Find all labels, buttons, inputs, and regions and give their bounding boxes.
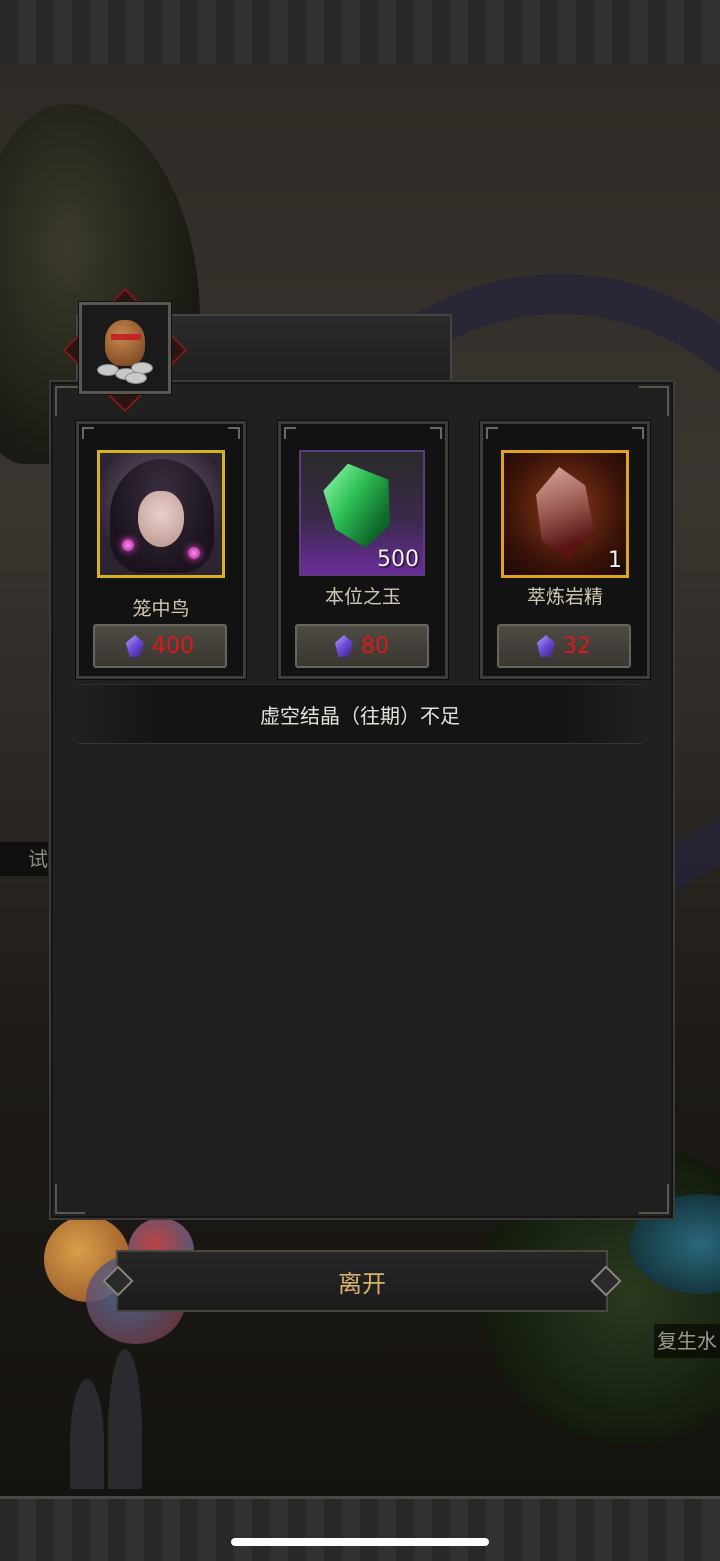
void-crystal-icon — [126, 635, 144, 657]
home-indicator[interactable] — [231, 1538, 489, 1546]
money-bag-icon — [79, 302, 171, 394]
void-crystal-icon — [537, 635, 555, 657]
red-ore-icon: 1 — [501, 450, 629, 578]
leave-button-label: 离开 — [338, 1269, 386, 1298]
shop-item-card[interactable]: 1 萃炼岩精 32 — [480, 421, 650, 679]
price-button[interactable]: 32 — [497, 624, 631, 668]
shop-item-card[interactable]: 笼中鸟 400 — [76, 421, 246, 679]
insufficient-currency-warning: 虚空结晶（往期）不足 — [78, 684, 642, 744]
price-value: 80 — [361, 633, 389, 659]
item-name: 笼中鸟 — [132, 598, 190, 620]
corner-ornament — [639, 1184, 669, 1214]
map-location-label-right[interactable]: 复生水 — [654, 1324, 720, 1358]
map-location-label-left[interactable]: 试 — [0, 842, 48, 876]
dialog-emblem — [62, 287, 188, 413]
price-value: 400 — [152, 633, 194, 659]
corner-ornament — [55, 1184, 85, 1214]
green-gem-icon: 500 — [299, 450, 425, 576]
item-quantity: 500 — [377, 547, 419, 572]
corner-ornament — [639, 386, 669, 416]
leave-button[interactable]: 离开 — [102, 1250, 622, 1312]
top-ornamental-frame — [0, 0, 720, 67]
price-button[interactable]: 400 — [93, 624, 227, 668]
item-name: 本位之玉 — [324, 586, 401, 608]
game-screen: 试 复生水 笼中鸟 400 500 本位之玉 80 1 萃炼岩精 32 虚空结晶… — [0, 0, 720, 1561]
bottom-ornamental-frame — [0, 1496, 720, 1561]
price-value: 32 — [563, 633, 591, 659]
item-quantity: 1 — [608, 548, 622, 573]
item-name: 萃炼岩精 — [526, 586, 603, 608]
shop-item-card[interactable]: 500 本位之玉 80 — [278, 421, 448, 679]
price-button[interactable]: 80 — [295, 624, 429, 668]
character-portrait — [97, 450, 225, 578]
void-crystal-icon — [335, 635, 353, 657]
